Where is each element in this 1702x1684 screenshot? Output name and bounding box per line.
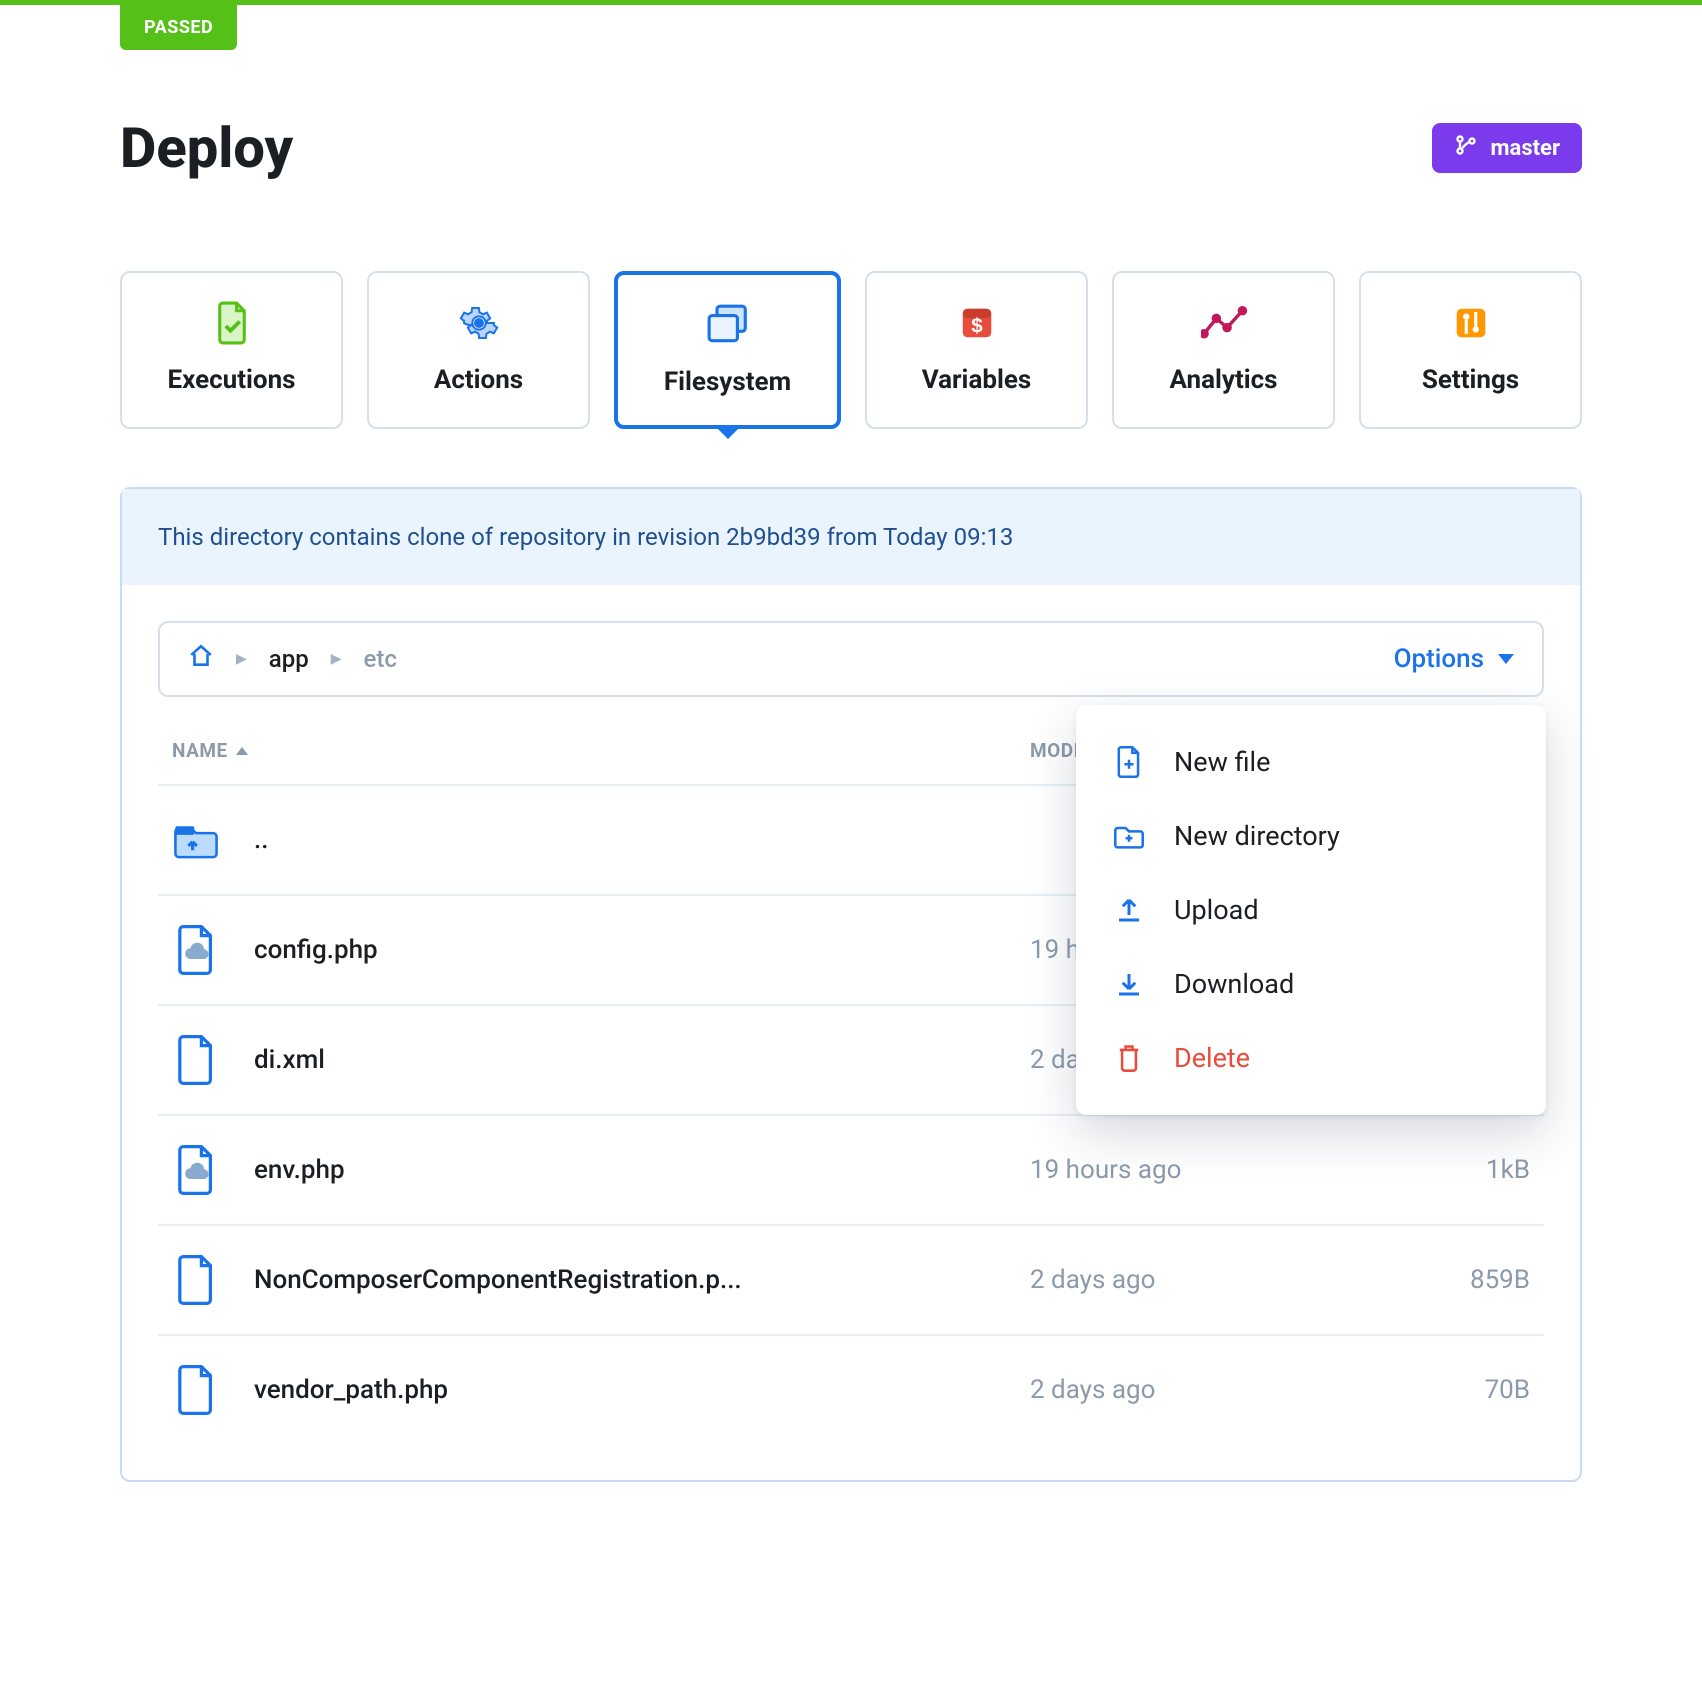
dropdown-new-directory[interactable]: New directory xyxy=(1076,799,1546,873)
tab-label: Executions xyxy=(132,365,331,395)
file-icon xyxy=(172,1252,220,1308)
table-row[interactable]: vendor_path.php 2 days ago 70B xyxy=(158,1334,1544,1444)
cloud-file-icon xyxy=(172,1142,220,1198)
dropdown-delete[interactable]: Delete xyxy=(1076,1021,1546,1095)
page-title: Deploy xyxy=(120,115,293,181)
folder-up-icon xyxy=(172,812,220,868)
dropdown-label: New directory xyxy=(1174,820,1340,852)
column-label: NAME xyxy=(172,739,228,762)
dropdown-label: Upload xyxy=(1174,894,1259,926)
table-row[interactable]: NonComposerComponentRegistration.p... 2 … xyxy=(158,1224,1544,1334)
options-label: Options xyxy=(1394,644,1484,674)
branch-icon xyxy=(1454,133,1478,163)
dropdown-download[interactable]: Download xyxy=(1076,947,1546,1021)
tab-actions[interactable]: Actions xyxy=(367,271,590,429)
variables-icon: $ xyxy=(877,301,1076,345)
folder-plus-icon xyxy=(1112,819,1146,853)
svg-text:$: $ xyxy=(971,315,983,338)
file-modified: 2 days ago xyxy=(1030,1265,1390,1295)
tab-label: Variables xyxy=(877,365,1076,395)
filesystem-icon xyxy=(628,303,827,347)
file-name: di.xml xyxy=(254,1045,325,1075)
dropdown-new-file[interactable]: New file xyxy=(1076,725,1546,799)
tab-executions[interactable]: Executions xyxy=(120,271,343,429)
analytics-icon xyxy=(1124,301,1323,345)
tab-settings[interactable]: Settings xyxy=(1359,271,1582,429)
tab-label: Actions xyxy=(379,365,578,395)
file-modified: 2 days ago xyxy=(1030,1375,1390,1405)
sort-asc-icon xyxy=(236,747,248,755)
breadcrumb-item[interactable]: etc xyxy=(363,645,396,673)
trash-icon xyxy=(1112,1041,1146,1075)
actions-icon xyxy=(379,301,578,345)
dropdown-upload[interactable]: Upload xyxy=(1076,873,1546,947)
column-name[interactable]: NAME xyxy=(172,739,1030,762)
file-name: env.php xyxy=(254,1155,345,1185)
table-row[interactable]: env.php 19 hours ago 1kB xyxy=(158,1114,1544,1224)
branch-label: master xyxy=(1490,136,1560,161)
settings-icon xyxy=(1371,301,1570,345)
file-name: .. xyxy=(254,825,268,855)
tab-variables[interactable]: $ Variables xyxy=(865,271,1088,429)
file-icon xyxy=(172,1362,220,1418)
file-icon xyxy=(172,1032,220,1088)
file-name: vendor_path.php xyxy=(254,1375,448,1405)
executions-icon xyxy=(132,301,331,345)
file-modified: 19 hours ago xyxy=(1030,1155,1390,1185)
dropdown-label: Download xyxy=(1174,968,1294,1000)
file-size: 70B xyxy=(1390,1375,1530,1405)
info-banner: This directory contains clone of reposit… xyxy=(122,489,1580,585)
file-plus-icon xyxy=(1112,745,1146,779)
breadcrumb-bar: ▶ app ▶ etc Options xyxy=(158,621,1544,697)
cloud-file-icon xyxy=(172,922,220,978)
dropdown-label: Delete xyxy=(1174,1042,1250,1074)
file-name: config.php xyxy=(254,935,378,965)
file-name: NonComposerComponentRegistration.p... xyxy=(254,1265,742,1295)
tab-analytics[interactable]: Analytics xyxy=(1112,271,1335,429)
home-icon[interactable] xyxy=(188,643,214,675)
tab-label: Analytics xyxy=(1124,365,1323,395)
upload-icon xyxy=(1112,893,1146,927)
dropdown-label: New file xyxy=(1174,746,1270,778)
options-dropdown: New file New directory Upload xyxy=(1076,705,1546,1115)
caret-down-icon xyxy=(1498,654,1514,664)
file-size: 859B xyxy=(1390,1265,1530,1295)
breadcrumb: ▶ app ▶ etc xyxy=(188,643,397,675)
options-button[interactable]: Options xyxy=(1394,644,1514,674)
tab-bar: Executions Actions Filesystem xyxy=(120,271,1582,429)
tab-label: Filesystem xyxy=(628,367,827,397)
breadcrumb-item[interactable]: app xyxy=(269,645,309,673)
branch-selector[interactable]: master xyxy=(1432,123,1582,173)
breadcrumb-separator: ▶ xyxy=(236,651,247,667)
tab-label: Settings xyxy=(1371,365,1570,395)
download-icon xyxy=(1112,967,1146,1001)
tab-filesystem[interactable]: Filesystem xyxy=(614,271,841,429)
breadcrumb-separator: ▶ xyxy=(331,651,342,667)
file-size: 1kB xyxy=(1390,1155,1530,1185)
